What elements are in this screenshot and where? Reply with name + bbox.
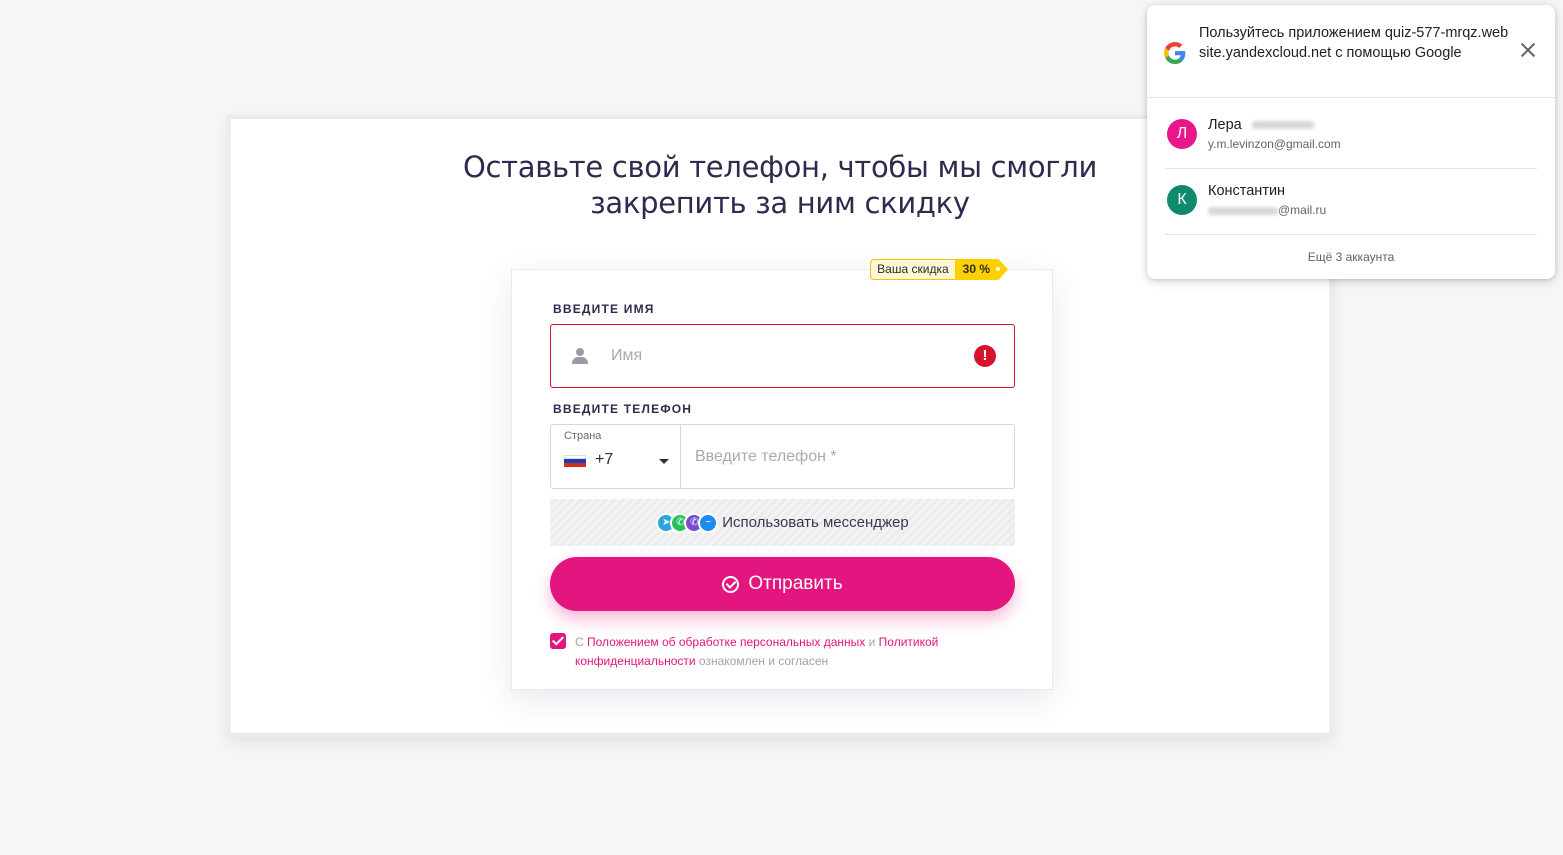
avatar: Л	[1167, 119, 1197, 149]
divider	[1165, 234, 1537, 235]
page: Оставьте свой телефон, чтобы мы смогли з…	[0, 0, 1563, 855]
messenger-icon: ~	[698, 512, 719, 533]
user-icon	[571, 347, 589, 365]
popup-header: Пользуйтесь приложением quiz-577-mrqz.we…	[1147, 5, 1555, 98]
consent-middle: и	[865, 635, 879, 649]
account-name: Лера	[1208, 117, 1314, 133]
consent-text: С Положением об обработке персональных д…	[575, 633, 990, 671]
phone-input-group: Страна +7 Введите телефон *	[550, 424, 1015, 489]
name-field-label: ВВЕДИТЕ ИМЯ	[553, 302, 655, 316]
russia-flag-icon	[564, 455, 586, 467]
avatar: К	[1167, 185, 1197, 215]
account-name: Константин	[1208, 183, 1286, 199]
more-accounts-link[interactable]: Ещё 3 аккаунта	[1147, 250, 1555, 264]
account-email: @mail.ru	[1208, 203, 1326, 217]
use-messenger-button[interactable]: ➤ ✆ ✆ ~ Использовать мессенджер	[550, 499, 1015, 546]
consent-checkbox[interactable]	[550, 633, 566, 649]
check-circle-icon	[722, 575, 740, 593]
consent-row: С Положением об обработке персональных д…	[550, 633, 990, 671]
discount-badge: Ваша скидка 30 %	[870, 259, 1008, 280]
account-item[interactable]: Л Лера y.m.levinzon@gmail.com	[1165, 102, 1537, 168]
phone-input[interactable]: Введите телефон *	[681, 425, 1014, 488]
submit-button[interactable]: Отправить	[550, 557, 1015, 611]
consent-prefix: С	[575, 635, 587, 649]
google-logo-icon	[1164, 42, 1186, 64]
privacy-policy-link[interactable]: Положением об обработке персональных дан…	[587, 635, 865, 649]
contact-form: Ваша скидка 30 % ВВЕДИТЕ ИМЯ Имя ! ВВЕДИ…	[511, 259, 1053, 690]
discount-label: Ваша скидка	[870, 259, 955, 280]
country-label: Страна	[564, 430, 602, 442]
country-select[interactable]: Страна +7	[551, 425, 681, 488]
name-input[interactable]: Имя !	[550, 324, 1015, 388]
name-placeholder[interactable]: Имя	[611, 347, 974, 365]
account-email: y.m.levinzon@gmail.com	[1208, 137, 1341, 151]
close-icon[interactable]	[1517, 39, 1539, 61]
submit-button-label: Отправить	[748, 573, 843, 594]
caret-down-icon[interactable]	[659, 459, 669, 464]
phone-field-label: ВВЕДИТЕ ТЕЛЕФОН	[553, 402, 693, 416]
error-icon: !	[974, 345, 996, 367]
country-code: +7	[595, 451, 614, 468]
popup-title: Пользуйтесь приложением quiz-577-mrqz.we…	[1199, 25, 1509, 61]
google-one-tap-popup: Пользуйтесь приложением quiz-577-mrqz.we…	[1147, 5, 1555, 279]
messenger-button-label: Использовать мессенджер	[722, 514, 909, 531]
discount-value: 30 %	[954, 259, 1008, 280]
messenger-icons: ➤ ✆ ✆ ~	[656, 512, 719, 533]
consent-suffix: ознакомлен и согласен	[695, 654, 829, 668]
account-item[interactable]: К Константин @mail.ru	[1165, 168, 1537, 234]
